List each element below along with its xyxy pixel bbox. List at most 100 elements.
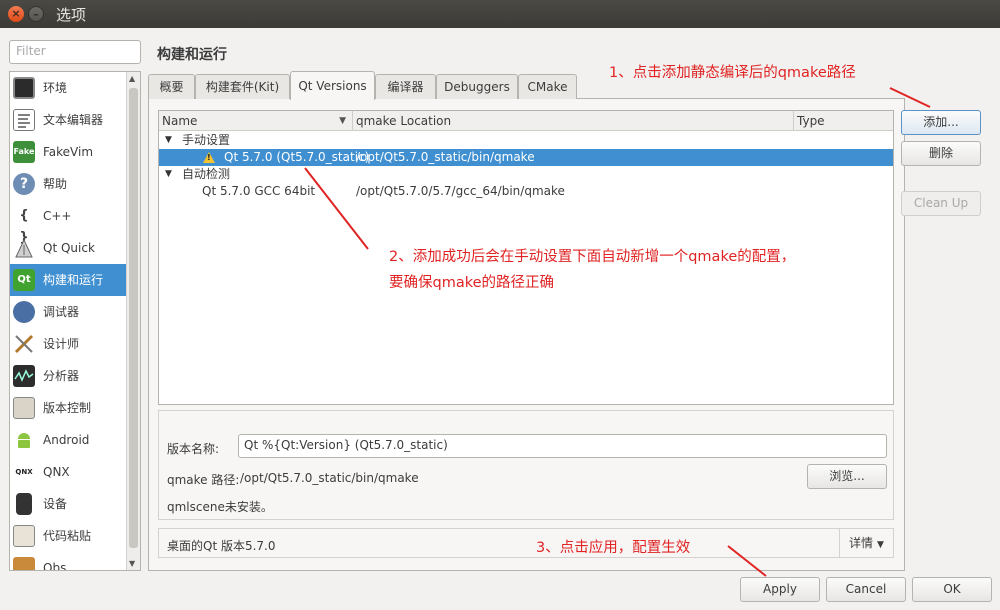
apply-button[interactable]: Apply [740,577,820,602]
warning-mark: ! [207,153,211,162]
title-bar: × – 选项 [0,0,1000,28]
row-qmake-location: /opt/Qt5.7.0_static/bin/qmake [356,150,535,164]
sidebar-item-analyzer[interactable]: 分析器 [10,360,140,392]
table-row[interactable]: ! Qt 5.7.0 (Qt5.7.0_static) /opt/Qt5.7.0… [159,149,893,166]
sidebar-item-qnx[interactable]: QNX QNX [10,456,140,488]
sidebar-item-label: 构建和运行 [43,273,104,287]
qt-build-icon: Qt [13,269,35,291]
row-name: Qt 5.7.0 GCC 64bit [202,184,316,198]
sidebar-item-environment[interactable]: 环境 [10,72,140,104]
device-icon [16,493,32,515]
cancel-button[interactable]: Cancel [826,577,906,602]
sidebar-item-label: Qbs [43,561,67,571]
clean-up-button[interactable]: Clean Up [901,191,981,216]
table-header: Name ▼ qmake Location Type [159,111,893,131]
sidebar-item-label: 文本编辑器 [43,113,104,127]
window-title: 选项 [56,6,87,24]
version-control-icon [13,397,35,419]
tab-cmake[interactable]: CMake [518,74,577,99]
sidebar-item-cpp[interactable]: { } C++ [10,200,140,245]
sidebar-item-text-editor[interactable]: 文本编辑器 [10,104,140,136]
annotation-step-1: 1、点击添加静态编译后的qmake路径 [609,65,856,81]
sidebar-item-android[interactable]: Android [10,424,140,456]
sidebar-item-version-control[interactable]: 版本控制 [10,392,140,424]
ok-button[interactable]: OK [912,577,992,602]
details-label: 详情 [849,536,874,550]
sidebar-item-qbs[interactable]: Qbs [10,552,140,571]
expand-arrow-icon[interactable]: ▼ [165,166,172,183]
sort-indicator-icon: ▼ [339,116,346,126]
qt-quick-icon [13,237,35,259]
tab-debuggers[interactable]: Debuggers [436,74,518,99]
sidebar-item-help[interactable]: ? 帮助 [10,168,140,200]
version-name-label: 版本名称: [167,442,220,456]
sidebar-item-label: 设备 [43,497,68,511]
code-paste-icon [13,525,35,547]
filter-input[interactable]: Filter [9,40,141,64]
scroll-down-icon[interactable]: ▼ [129,559,135,568]
sidebar-item-label: QNX [43,465,70,479]
sidebar-item-designer[interactable]: 设计师 [10,328,140,360]
version-name-field[interactable]: Qt %{Qt:Version} (Qt5.7.0_static) [238,434,887,458]
sidebar-item-label: 环境 [43,81,68,95]
annotation-step-3: 3、点击应用，配置生效 [536,540,691,556]
sidebar-item-qt-quick[interactable]: Qt Quick [10,232,140,264]
qmake-path-label: qmake 路径: [167,473,240,487]
expand-arrow-icon[interactable]: ▼ [165,132,172,149]
column-header-label: Name [162,114,198,128]
tab-kits[interactable]: 构建套件(Kit) [195,74,290,99]
sidebar-item-label: 设计师 [43,337,80,351]
page-title: 构建和运行 [157,47,227,63]
row-name: Qt 5.7.0 (Qt5.7.0_static) [224,150,370,164]
status-text: 桌面的Qt 版本5.7.0 [167,539,276,553]
table-row[interactable]: Qt 5.7.0 GCC 64bit /opt/Qt5.7.0/5.7/gcc_… [159,183,893,200]
text-editor-icon [13,109,35,131]
sidebar-item-label: 帮助 [43,177,68,191]
sidebar-item-label: 调试器 [43,305,80,319]
column-header-qmake-location[interactable]: qmake Location [353,111,794,131]
designer-icon [13,333,35,355]
tab-overview[interactable]: 概要 [148,74,195,99]
qbs-icon [13,557,35,570]
tree-group-auto[interactable]: ▼ 自动检测 [159,166,893,183]
tab-qt-versions[interactable]: Qt Versions [290,71,375,100]
scrollbar-thumb[interactable] [129,88,138,548]
help-icon: ? [13,173,35,195]
monitor-icon [13,77,35,99]
row-qmake-location: /opt/Qt5.7.0/5.7/gcc_64/bin/qmake [356,184,565,198]
sidebar-item-label: FakeVim [43,145,94,159]
details-button[interactable]: 详情 ▼ [839,529,894,557]
scroll-up-icon[interactable]: ▲ [129,74,135,83]
category-scrollbar[interactable]: ▲ ▼ [126,72,140,570]
cpp-braces-icon: { } [19,208,29,245]
sidebar-item-fakevim[interactable]: Fake FakeVim [10,136,140,168]
minimize-window-button[interactable]: – [28,6,44,22]
tree-group-manual[interactable]: ▼ 手动设置 [159,132,893,149]
sidebar-item-label: 版本控制 [43,401,92,415]
sidebar-item-debugger[interactable]: 调试器 [10,296,140,328]
annotation-step-2-line-1: 2、添加成功后会在手动设置下面自动新增一个qmake的配置， [389,249,796,265]
tab-compilers[interactable]: 编译器 [375,74,436,99]
debugger-icon [13,301,35,323]
sidebar-item-label: C++ [43,209,72,223]
chevron-down-icon: ▼ [877,540,884,550]
analyzer-icon [13,365,35,387]
warning-icon: ! [203,152,215,163]
qmake-path-value: /opt/Qt5.7.0_static/bin/qmake [240,471,419,485]
sidebar-item-devices[interactable]: 设备 [10,488,140,520]
group-label: 手动设置 [182,133,231,147]
sidebar-item-build-run[interactable]: Qt 构建和运行 [10,264,140,296]
sidebar-item-code-paste[interactable]: 代码粘贴 [10,520,140,552]
column-header-type[interactable]: Type [794,111,895,131]
sidebar-item-label: Qt Quick [43,241,95,255]
qnx-icon: QNX [15,468,33,476]
browse-button[interactable]: 浏览... [807,464,887,489]
column-header-name[interactable]: Name ▼ [159,111,353,131]
remove-button[interactable]: 删除 [901,141,981,166]
close-window-button[interactable]: × [8,6,24,22]
add-button[interactable]: 添加... [901,110,981,135]
qmlscene-status: qmlscene未安装。 [167,500,273,514]
sidebar-item-label: Android [43,433,90,447]
sidebar-item-label: 代码粘贴 [43,529,92,543]
sidebar-item-label: 分析器 [43,369,80,383]
